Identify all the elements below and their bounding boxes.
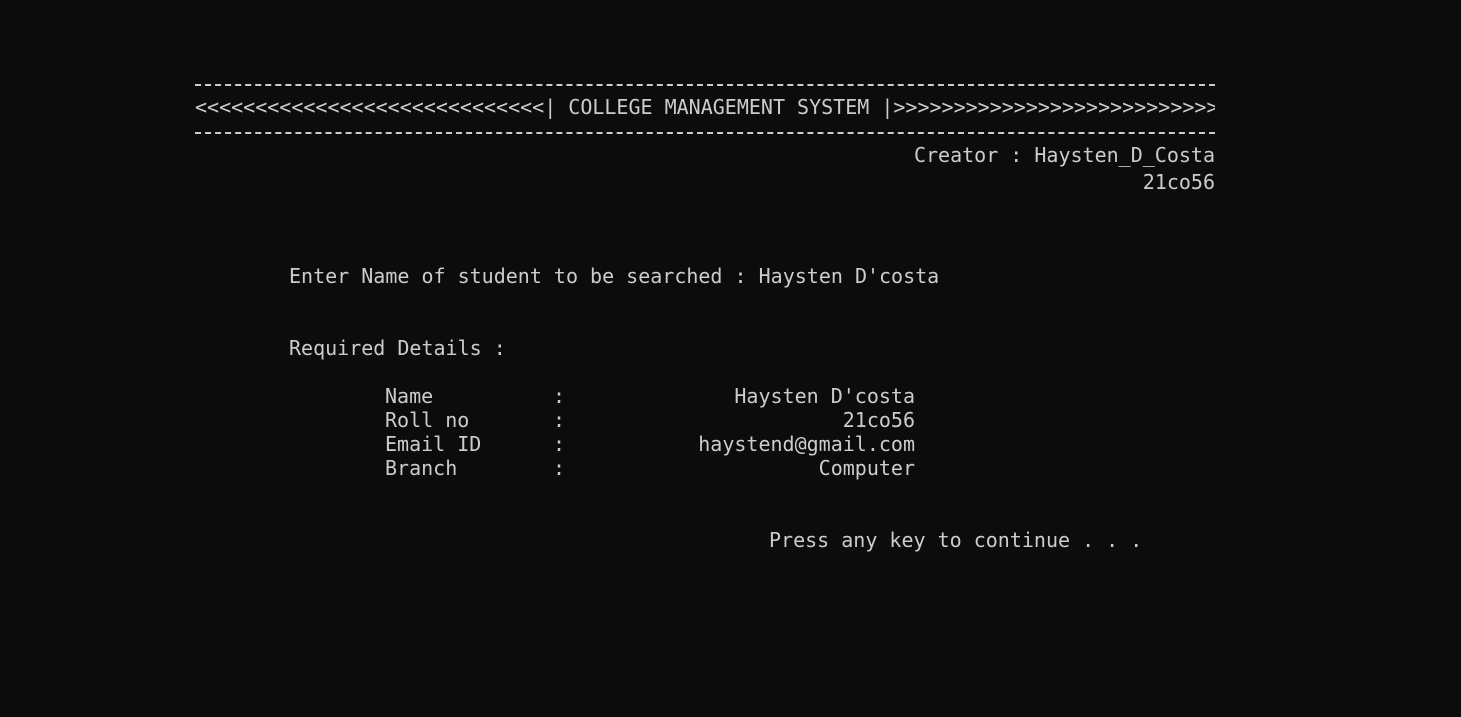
detail-separator: :	[553, 432, 566, 456]
creator-label: Creator : Haysten_D_Costa	[913, 143, 1215, 167]
detail-separator: :	[553, 408, 566, 432]
search-prompt-line: Enter Name of student to be searched : H…	[289, 264, 939, 288]
detail-value: 21co56	[842, 408, 915, 432]
detail-value: Haysten D'costa	[734, 384, 915, 408]
continue-prompt: Press any key to continue . . .	[769, 528, 1143, 552]
top-divider	[195, 84, 1215, 86]
page-title: <<<<<<<<<<<<<<<<<<<<<<<<<<<<<| COLLEGE M…	[195, 95, 1215, 119]
detail-separator: :	[553, 456, 566, 480]
detail-label: Roll no	[385, 408, 470, 432]
detail-value: Computer	[818, 456, 915, 480]
detail-label: Name	[385, 384, 434, 408]
detail-value: haystend@gmail.com	[698, 432, 915, 456]
search-input-value[interactable]: Haysten D'costa	[759, 264, 940, 288]
search-prompt-label: Enter Name of student to be searched :	[289, 264, 759, 288]
details-heading: Required Details :	[289, 336, 506, 360]
console-window[interactable]: <<<<<<<<<<<<<<<<<<<<<<<<<<<<<| COLLEGE M…	[0, 0, 1461, 717]
detail-label: Branch	[385, 456, 458, 480]
detail-label: Email ID	[385, 432, 482, 456]
detail-separator: :	[553, 384, 566, 408]
creator-id: 21co56	[1142, 170, 1215, 194]
bottom-divider	[195, 132, 1215, 134]
